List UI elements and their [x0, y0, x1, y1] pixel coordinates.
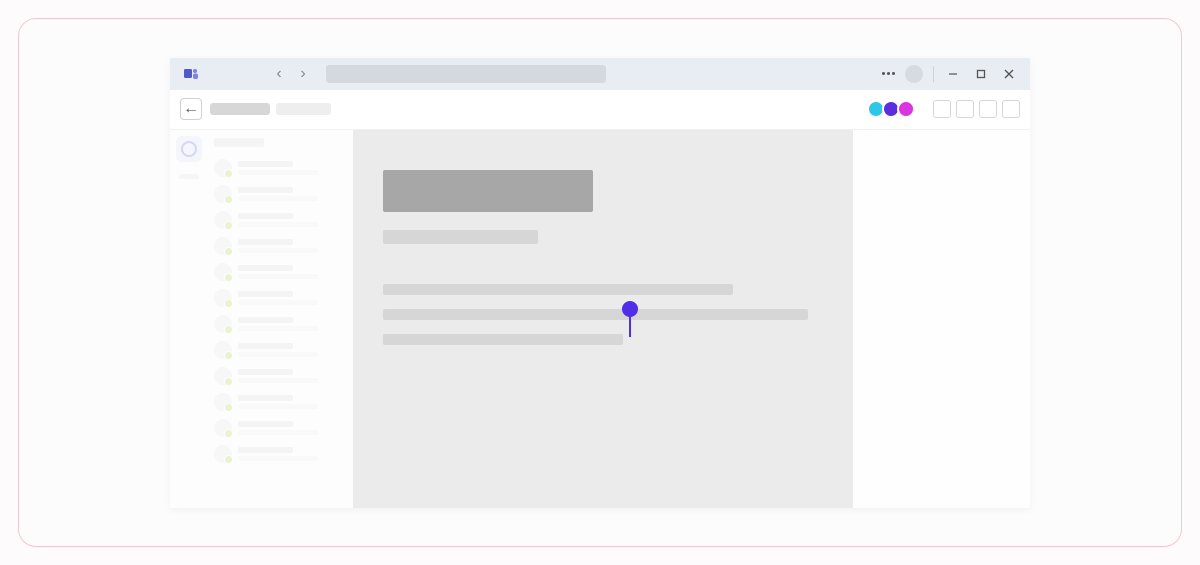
nav-back-button[interactable]: ‹	[268, 63, 290, 85]
more-options-icon[interactable]	[882, 72, 895, 75]
profile-avatar[interactable]	[905, 65, 923, 83]
doc-heading-placeholder	[383, 170, 593, 212]
chat-list-heading	[214, 138, 264, 147]
header-action-1[interactable]	[933, 100, 951, 118]
titlebar: ‹ ›	[170, 58, 1030, 90]
app-body	[170, 130, 1030, 508]
text-line	[383, 309, 808, 320]
document-canvas[interactable]	[353, 130, 853, 508]
chat-avatar-icon	[214, 237, 232, 255]
chat-avatar-icon	[214, 419, 232, 437]
chat-list-item[interactable]	[214, 341, 347, 359]
app-rail	[170, 130, 208, 508]
chat-avatar-icon	[214, 367, 232, 385]
chat-list-item[interactable]	[214, 263, 347, 281]
chat-avatar-icon	[214, 159, 232, 177]
rail-chat-icon[interactable]	[176, 136, 202, 162]
search-input[interactable]	[326, 65, 606, 83]
header-action-2[interactable]	[956, 100, 974, 118]
maximize-button[interactable]	[972, 65, 990, 83]
chat-list-item[interactable]	[214, 289, 347, 307]
divider	[933, 66, 934, 82]
chat-avatar-icon	[214, 393, 232, 411]
chat-list-item[interactable]	[214, 367, 347, 385]
back-button[interactable]: ←	[180, 98, 202, 120]
nav-forward-button[interactable]: ›	[292, 63, 314, 85]
illustration-frame: ‹ › ←	[18, 18, 1182, 547]
doc-title-placeholder	[210, 103, 270, 115]
presence-avatars[interactable]	[870, 100, 915, 118]
presence-avatar-3[interactable]	[897, 100, 915, 118]
chat-list-item[interactable]	[214, 237, 347, 255]
chat-avatar-icon	[214, 315, 232, 333]
text-line	[383, 334, 623, 345]
chat-list-item[interactable]	[214, 393, 347, 411]
chat-avatar-icon	[214, 211, 232, 229]
chat-list	[208, 130, 353, 508]
rail-label	[179, 174, 199, 179]
chat-list-item[interactable]	[214, 315, 347, 333]
teams-logo-icon	[182, 65, 200, 83]
doc-paragraph	[383, 284, 823, 345]
header-action-4[interactable]	[1002, 100, 1020, 118]
chat-avatar-icon	[214, 263, 232, 281]
minimize-button[interactable]	[944, 65, 962, 83]
teams-window: ‹ › ←	[170, 58, 1030, 508]
collaborator-cursor-icon	[622, 301, 638, 337]
doc-subtitle-placeholder	[276, 103, 331, 115]
chat-list-item[interactable]	[214, 419, 347, 437]
header-action-3[interactable]	[979, 100, 997, 118]
close-button[interactable]	[1000, 65, 1018, 83]
right-panel	[855, 130, 1030, 508]
chat-list-item[interactable]	[214, 211, 347, 229]
text-line	[383, 284, 733, 295]
chat-avatar-icon	[214, 289, 232, 307]
doc-subheading-placeholder	[383, 230, 538, 244]
chat-avatar-icon	[214, 185, 232, 203]
chat-avatar-icon	[214, 445, 232, 463]
chat-list-item[interactable]	[214, 159, 347, 177]
main-area	[353, 130, 855, 508]
document-header: ←	[170, 90, 1030, 130]
chat-avatar-icon	[214, 341, 232, 359]
chat-list-item[interactable]	[214, 445, 347, 463]
chat-list-item[interactable]	[214, 185, 347, 203]
